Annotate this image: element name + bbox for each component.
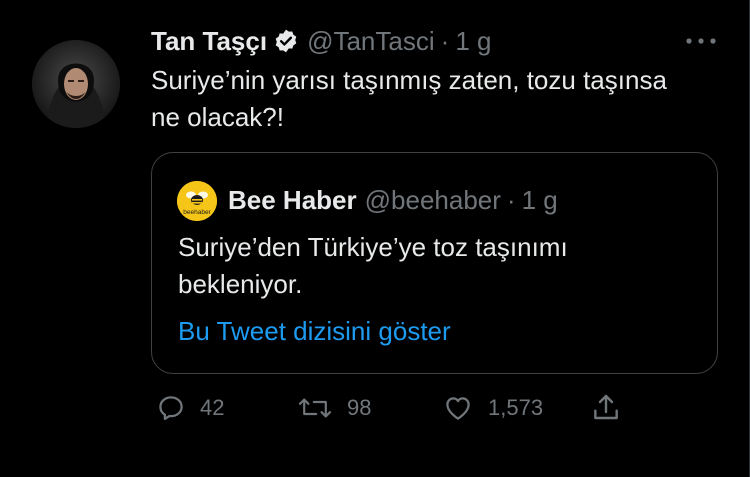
- tweet-text: Suriye’nin yarısı taşınmış zaten, tozu t…: [151, 65, 667, 132]
- author-handle[interactable]: @TanTasci: [307, 26, 435, 57]
- retweet-button[interactable]: 98: [297, 388, 371, 428]
- share-icon: [594, 394, 618, 420]
- tweet-header: Tan Taşçı @TanTasci · 1 g: [151, 24, 491, 58]
- reply-count: 42: [200, 395, 225, 420]
- retweet-icon: [298, 398, 332, 418]
- retweet-count: 98: [347, 395, 372, 420]
- more-options-button[interactable]: [684, 28, 718, 54]
- reply-button[interactable]: 42: [156, 388, 224, 428]
- like-count: 1,573: [488, 395, 544, 420]
- author-name[interactable]: Tan Taşçı: [151, 26, 267, 57]
- author-avatar[interactable]: [32, 40, 120, 128]
- quoted-separator-dot: ·: [506, 184, 516, 215]
- quoted-tweet-text: Suriye’den Türkiye’ye toz taşınımı bekle…: [178, 232, 568, 299]
- quoted-author-handle[interactable]: @beehaber: [365, 185, 501, 216]
- quoted-tweet[interactable]: beehaber Bee Haber @beehaber · 1 g Suriy…: [151, 152, 718, 374]
- quoted-author-avatar[interactable]: beehaber: [177, 181, 217, 221]
- person-avatar-icon: [32, 40, 120, 128]
- share-button[interactable]: [590, 388, 622, 428]
- show-thread-link[interactable]: Bu Tweet dizisini göster: [178, 316, 451, 347]
- quoted-tweet-header: Bee Haber @beehaber · 1 g: [228, 183, 558, 217]
- quoted-author-name[interactable]: Bee Haber: [228, 185, 357, 216]
- verified-badge-icon: [273, 28, 299, 54]
- bee-logo-text: beehaber: [183, 209, 211, 216]
- quoted-tweet-timestamp: 1 g: [521, 184, 558, 215]
- bee-logo-icon: beehaber: [177, 181, 217, 221]
- more-dots-icon: [686, 38, 716, 44]
- heart-icon: [446, 397, 470, 420]
- tweet-card[interactable]: Tan Taşçı @TanTasci · 1 g Suriye’nin yar…: [0, 0, 750, 477]
- tweet-timestamp[interactable]: 1 g: [455, 26, 491, 57]
- separator-dot: ·: [440, 25, 450, 56]
- reply-icon: [159, 396, 183, 420]
- like-button[interactable]: 1,573: [442, 388, 543, 428]
